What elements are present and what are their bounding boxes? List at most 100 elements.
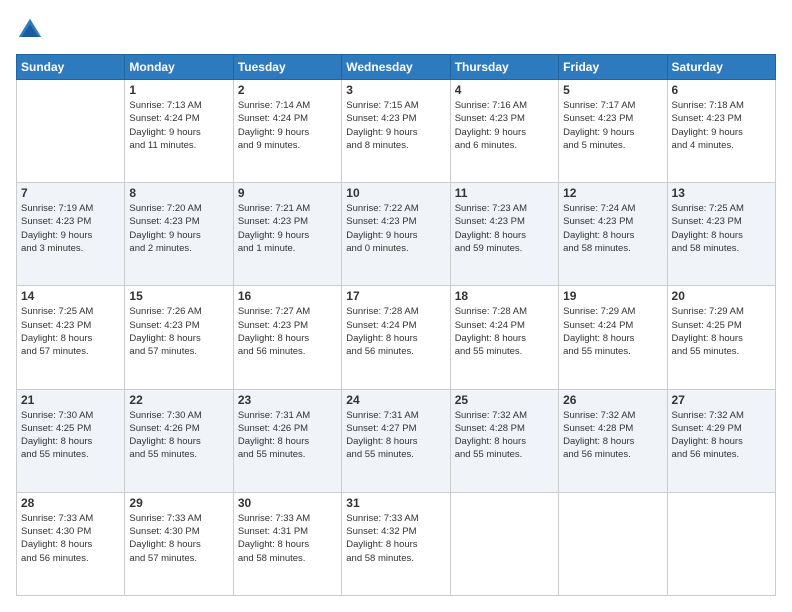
- calendar-cell: 4 Sunrise: 7:16 AMSunset: 4:23 PMDaylight…: [450, 80, 558, 183]
- day-number: 25: [455, 393, 554, 407]
- day-info: Sunrise: 7:31 AMSunset: 4:27 PMDaylight:…: [346, 409, 445, 462]
- calendar-cell: 8 Sunrise: 7:20 AMSunset: 4:23 PMDaylight…: [125, 183, 233, 286]
- calendar-cell: [667, 492, 775, 595]
- day-info: Sunrise: 7:21 AMSunset: 4:23 PMDaylight:…: [238, 202, 337, 255]
- calendar-cell: 24 Sunrise: 7:31 AMSunset: 4:27 PMDayligh…: [342, 389, 450, 492]
- day-number: 11: [455, 186, 554, 200]
- calendar-cell: 2Sunrise: 7:14 AMSunset: 4:24 PMDaylight…: [233, 80, 341, 183]
- day-number: 14: [21, 289, 120, 303]
- calendar-cell: 9 Sunrise: 7:21 AMSunset: 4:23 PMDaylight…: [233, 183, 341, 286]
- day-info: Sunrise: 7:24 AMSunset: 4:23 PMDaylight:…: [563, 202, 662, 255]
- day-info: Sunrise: 7:25 AMSunset: 4:23 PMDaylight:…: [672, 202, 771, 255]
- day-info: Sunrise: 7:16 AMSunset: 4:23 PMDaylight:…: [455, 99, 554, 152]
- calendar-week-1: 1Sunrise: 7:13 AMSunset: 4:24 PMDaylight…: [17, 80, 776, 183]
- day-info: Sunrise: 7:19 AMSunset: 4:23 PMDaylight:…: [21, 202, 120, 255]
- calendar-cell: 23 Sunrise: 7:31 AMSunset: 4:26 PMDayligh…: [233, 389, 341, 492]
- calendar-cell: 31Sunrise: 7:33 AMSunset: 4:32 PMDayligh…: [342, 492, 450, 595]
- calendar-cell: 15 Sunrise: 7:26 AMSunset: 4:23 PMDayligh…: [125, 286, 233, 389]
- day-number: 6: [672, 83, 771, 97]
- day-info: Sunrise: 7:33 AMSunset: 4:32 PMDaylight:…: [346, 512, 445, 565]
- calendar-week-3: 14 Sunrise: 7:25 AMSunset: 4:23 PMDayligh…: [17, 286, 776, 389]
- day-info: Sunrise: 7:22 AMSunset: 4:23 PMDaylight:…: [346, 202, 445, 255]
- day-info: Sunrise: 7:33 AMSunset: 4:30 PMDaylight:…: [21, 512, 120, 565]
- col-header-saturday: Saturday: [667, 55, 775, 80]
- day-number: 7: [21, 186, 120, 200]
- page: SundayMondayTuesdayWednesdayThursdayFrid…: [0, 0, 792, 612]
- calendar-cell: 16Sunrise: 7:27 AMSunset: 4:23 PMDayligh…: [233, 286, 341, 389]
- calendar-cell: 5Sunrise: 7:17 AMSunset: 4:23 PMDaylight…: [559, 80, 667, 183]
- day-number: 21: [21, 393, 120, 407]
- calendar-cell: 29Sunrise: 7:33 AMSunset: 4:30 PMDayligh…: [125, 492, 233, 595]
- calendar-cell: 14 Sunrise: 7:25 AMSunset: 4:23 PMDayligh…: [17, 286, 125, 389]
- calendar-cell: 26 Sunrise: 7:32 AMSunset: 4:28 PMDayligh…: [559, 389, 667, 492]
- day-number: 28: [21, 496, 120, 510]
- day-info: Sunrise: 7:33 AMSunset: 4:31 PMDaylight:…: [238, 512, 337, 565]
- calendar-cell: 27Sunrise: 7:32 AMSunset: 4:29 PMDayligh…: [667, 389, 775, 492]
- col-header-friday: Friday: [559, 55, 667, 80]
- logo: [16, 16, 48, 44]
- day-info: Sunrise: 7:20 AMSunset: 4:23 PMDaylight:…: [129, 202, 228, 255]
- calendar-cell: 12 Sunrise: 7:24 AMSunset: 4:23 PMDayligh…: [559, 183, 667, 286]
- day-number: 20: [672, 289, 771, 303]
- day-info: Sunrise: 7:27 AMSunset: 4:23 PMDaylight:…: [238, 305, 337, 358]
- day-number: 24: [346, 393, 445, 407]
- calendar-cell: 25 Sunrise: 7:32 AMSunset: 4:28 PMDayligh…: [450, 389, 558, 492]
- col-header-sunday: Sunday: [17, 55, 125, 80]
- day-number: 15: [129, 289, 228, 303]
- day-number: 10: [346, 186, 445, 200]
- day-info: Sunrise: 7:15 AMSunset: 4:23 PMDaylight:…: [346, 99, 445, 152]
- day-info: Sunrise: 7:28 AMSunset: 4:24 PMDaylight:…: [346, 305, 445, 358]
- calendar-cell: 6 Sunrise: 7:18 AMSunset: 4:23 PMDaylight…: [667, 80, 775, 183]
- calendar-cell: 10 Sunrise: 7:22 AMSunset: 4:23 PMDayligh…: [342, 183, 450, 286]
- day-number: 27: [672, 393, 771, 407]
- day-info: Sunrise: 7:14 AMSunset: 4:24 PMDaylight:…: [238, 99, 337, 152]
- day-number: 12: [563, 186, 662, 200]
- calendar-cell: 19 Sunrise: 7:29 AMSunset: 4:24 PMDayligh…: [559, 286, 667, 389]
- calendar-header-row: SundayMondayTuesdayWednesdayThursdayFrid…: [17, 55, 776, 80]
- calendar-week-5: 28 Sunrise: 7:33 AMSunset: 4:30 PMDayligh…: [17, 492, 776, 595]
- day-info: Sunrise: 7:23 AMSunset: 4:23 PMDaylight:…: [455, 202, 554, 255]
- header: [16, 16, 776, 44]
- calendar-cell: 13 Sunrise: 7:25 AMSunset: 4:23 PMDayligh…: [667, 183, 775, 286]
- day-number: 19: [563, 289, 662, 303]
- day-info: Sunrise: 7:26 AMSunset: 4:23 PMDaylight:…: [129, 305, 228, 358]
- calendar-cell: 30 Sunrise: 7:33 AMSunset: 4:31 PMDayligh…: [233, 492, 341, 595]
- day-info: Sunrise: 7:17 AMSunset: 4:23 PMDaylight:…: [563, 99, 662, 152]
- day-info: Sunrise: 7:13 AMSunset: 4:24 PMDaylight:…: [129, 99, 228, 152]
- calendar-cell: 21Sunrise: 7:30 AMSunset: 4:25 PMDayligh…: [17, 389, 125, 492]
- logo-icon: [16, 16, 44, 44]
- day-info: Sunrise: 7:30 AMSunset: 4:26 PMDaylight:…: [129, 409, 228, 462]
- day-info: Sunrise: 7:33 AMSunset: 4:30 PMDaylight:…: [129, 512, 228, 565]
- day-info: Sunrise: 7:25 AMSunset: 4:23 PMDaylight:…: [21, 305, 120, 358]
- day-info: Sunrise: 7:28 AMSunset: 4:24 PMDaylight:…: [455, 305, 554, 358]
- day-info: Sunrise: 7:29 AMSunset: 4:24 PMDaylight:…: [563, 305, 662, 358]
- calendar-cell: [559, 492, 667, 595]
- calendar-cell: 28 Sunrise: 7:33 AMSunset: 4:30 PMDayligh…: [17, 492, 125, 595]
- day-number: 23: [238, 393, 337, 407]
- calendar-cell: [450, 492, 558, 595]
- day-number: 30: [238, 496, 337, 510]
- day-number: 26: [563, 393, 662, 407]
- day-info: Sunrise: 7:31 AMSunset: 4:26 PMDaylight:…: [238, 409, 337, 462]
- calendar-cell: 11 Sunrise: 7:23 AMSunset: 4:23 PMDayligh…: [450, 183, 558, 286]
- calendar-table: SundayMondayTuesdayWednesdayThursdayFrid…: [16, 54, 776, 596]
- calendar-cell: 1Sunrise: 7:13 AMSunset: 4:24 PMDaylight…: [125, 80, 233, 183]
- col-header-monday: Monday: [125, 55, 233, 80]
- calendar-cell: 17Sunrise: 7:28 AMSunset: 4:24 PMDayligh…: [342, 286, 450, 389]
- calendar-cell: [17, 80, 125, 183]
- day-info: Sunrise: 7:29 AMSunset: 4:25 PMDaylight:…: [672, 305, 771, 358]
- day-number: 8: [129, 186, 228, 200]
- day-number: 4: [455, 83, 554, 97]
- day-number: 9: [238, 186, 337, 200]
- day-info: Sunrise: 7:32 AMSunset: 4:28 PMDaylight:…: [455, 409, 554, 462]
- day-number: 13: [672, 186, 771, 200]
- day-number: 3: [346, 83, 445, 97]
- day-info: Sunrise: 7:32 AMSunset: 4:28 PMDaylight:…: [563, 409, 662, 462]
- calendar-week-4: 21Sunrise: 7:30 AMSunset: 4:25 PMDayligh…: [17, 389, 776, 492]
- day-number: 22: [129, 393, 228, 407]
- day-info: Sunrise: 7:18 AMSunset: 4:23 PMDaylight:…: [672, 99, 771, 152]
- calendar-cell: 3 Sunrise: 7:15 AMSunset: 4:23 PMDaylight…: [342, 80, 450, 183]
- col-header-thursday: Thursday: [450, 55, 558, 80]
- calendar-week-2: 7 Sunrise: 7:19 AMSunset: 4:23 PMDaylight…: [17, 183, 776, 286]
- calendar-cell: 18Sunrise: 7:28 AMSunset: 4:24 PMDayligh…: [450, 286, 558, 389]
